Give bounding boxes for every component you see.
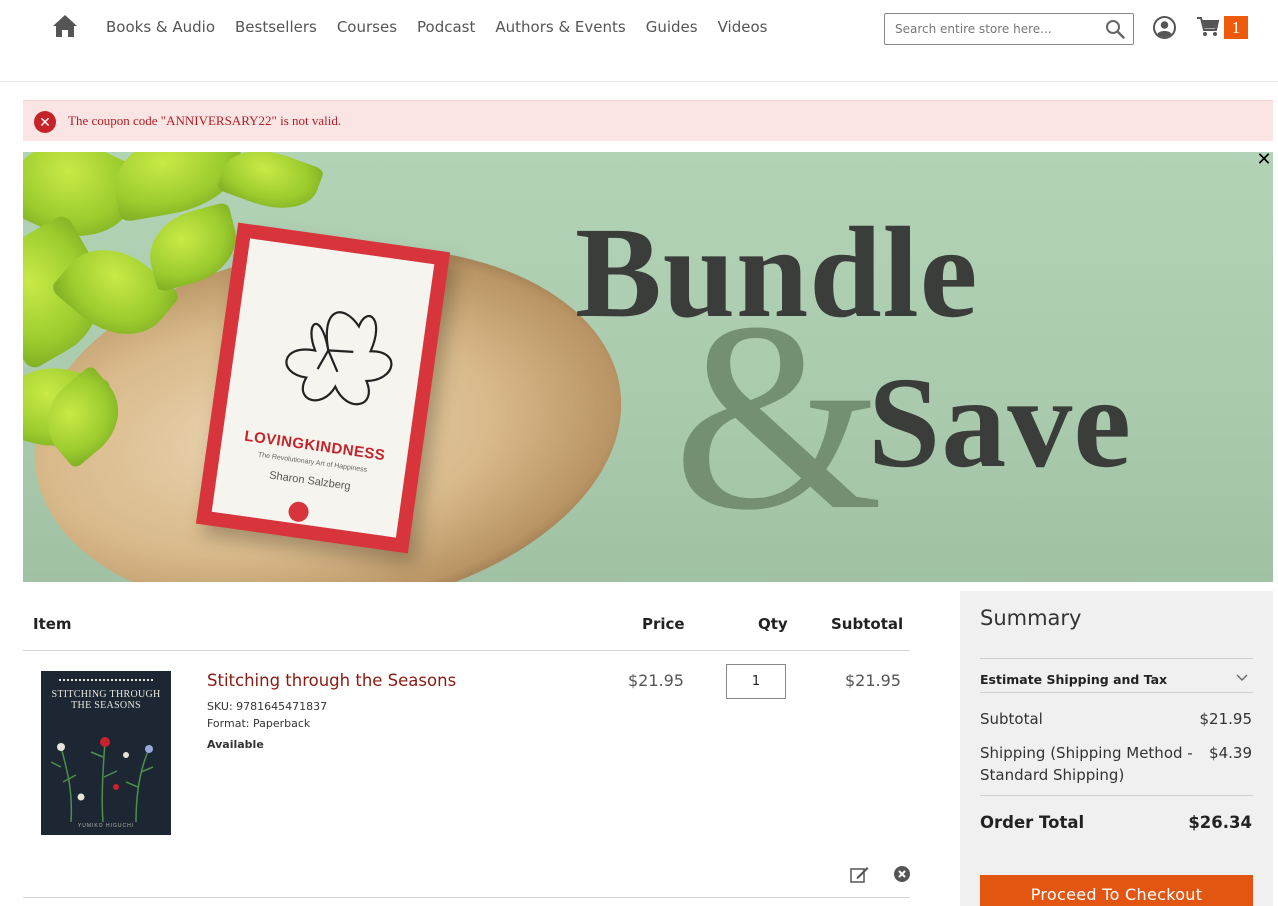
error-icon: ✕ [34,111,56,133]
table-divider [23,897,910,898]
product-subtotal: $21.95 [845,671,901,690]
product-cover-title: STITCHING THROUGH THE SEASONS [51,689,161,711]
home-icon[interactable] [52,14,78,38]
site-header: Books & Audio Bestsellers Courses Podcas… [0,0,1278,82]
product-image[interactable]: STITCHING THROUGH THE SEASONS YUMIKO HIG… [41,671,171,835]
subtotal-label: Subtotal [980,710,1043,728]
product-price: $21.95 [628,671,684,690]
search-icon[interactable] [1105,19,1125,39]
featured-book: LOVINGKINDNESS The Revolutionary Art of … [195,222,451,554]
summary-title: Summary [980,606,1082,630]
product-name-link[interactable]: Stitching through the Seasons [207,671,456,690]
cart-count-badge[interactable]: 1 [1224,16,1248,39]
leaf-graphic [216,152,325,222]
nav-courses[interactable]: Courses [337,18,397,36]
publisher-logo [287,500,310,524]
shipping-value: $4.39 [1209,744,1252,762]
estimate-shipping-toggle[interactable]: Estimate Shipping and Tax [980,672,1167,687]
edit-icon[interactable] [850,866,869,883]
header-item: Item [33,615,72,633]
order-total-label: Order Total [980,813,1085,832]
alert-message: The coupon code "ANNIVERSARY22" is not v… [68,113,342,128]
search-box [884,13,1134,45]
cart-icon[interactable] [1196,16,1220,38]
nav-podcast[interactable]: Podcast [417,18,475,36]
summary-divider [980,658,1253,659]
close-icon[interactable]: ✕ [1256,150,1272,168]
botanical-illustration [50,737,154,823]
flower-icon [285,311,393,406]
book-cover: LOVINGKINDNESS The Revolutionary Art of … [211,238,435,538]
product-format: Format: Paperback [207,717,311,730]
nav-guides[interactable]: Guides [646,18,698,36]
search-input[interactable] [885,14,1095,44]
summary-divider [980,795,1253,796]
cover-dots [59,679,153,681]
header-subtotal: Subtotal [831,615,904,633]
shipping-label: Shipping (Shipping Method - Standard Shi… [980,744,1193,784]
product-cover-author: YUMIKO HIGUCHI [77,823,135,829]
nav-authors-events[interactable]: Authors & Events [495,18,625,36]
chevron-down-icon[interactable] [1236,673,1248,683]
proceed-to-checkout-button[interactable]: Proceed To Checkout [980,875,1253,906]
error-alert: ✕ The coupon code "ANNIVERSARY22" is not… [23,100,1273,141]
main-nav: Books & Audio Bestsellers Courses Podcas… [106,18,787,36]
order-summary: Summary Estimate Shipping and Tax Subtot… [960,591,1273,906]
summary-divider [980,692,1253,693]
order-total-value: $26.34 [1188,813,1252,832]
banner-ampersand: & [673,267,884,566]
account-icon[interactable] [1153,16,1176,39]
header-price: Price [642,615,685,633]
subtotal-value: $21.95 [1199,710,1253,728]
nav-books-audio[interactable]: Books & Audio [106,18,215,36]
remove-item-icon[interactable] [894,866,910,882]
promo-banner[interactable]: LOVINGKINDNESS The Revolutionary Art of … [23,152,1273,582]
header-qty: Qty [758,615,788,633]
nav-bestsellers[interactable]: Bestsellers [235,18,317,36]
product-availability: Available [207,738,264,751]
table-divider [23,650,910,651]
product-sku: SKU: 9781645471837 [207,700,328,713]
banner-headline-save: Save [868,351,1132,495]
nav-videos[interactable]: Videos [718,18,768,36]
quantity-input[interactable] [726,664,786,699]
